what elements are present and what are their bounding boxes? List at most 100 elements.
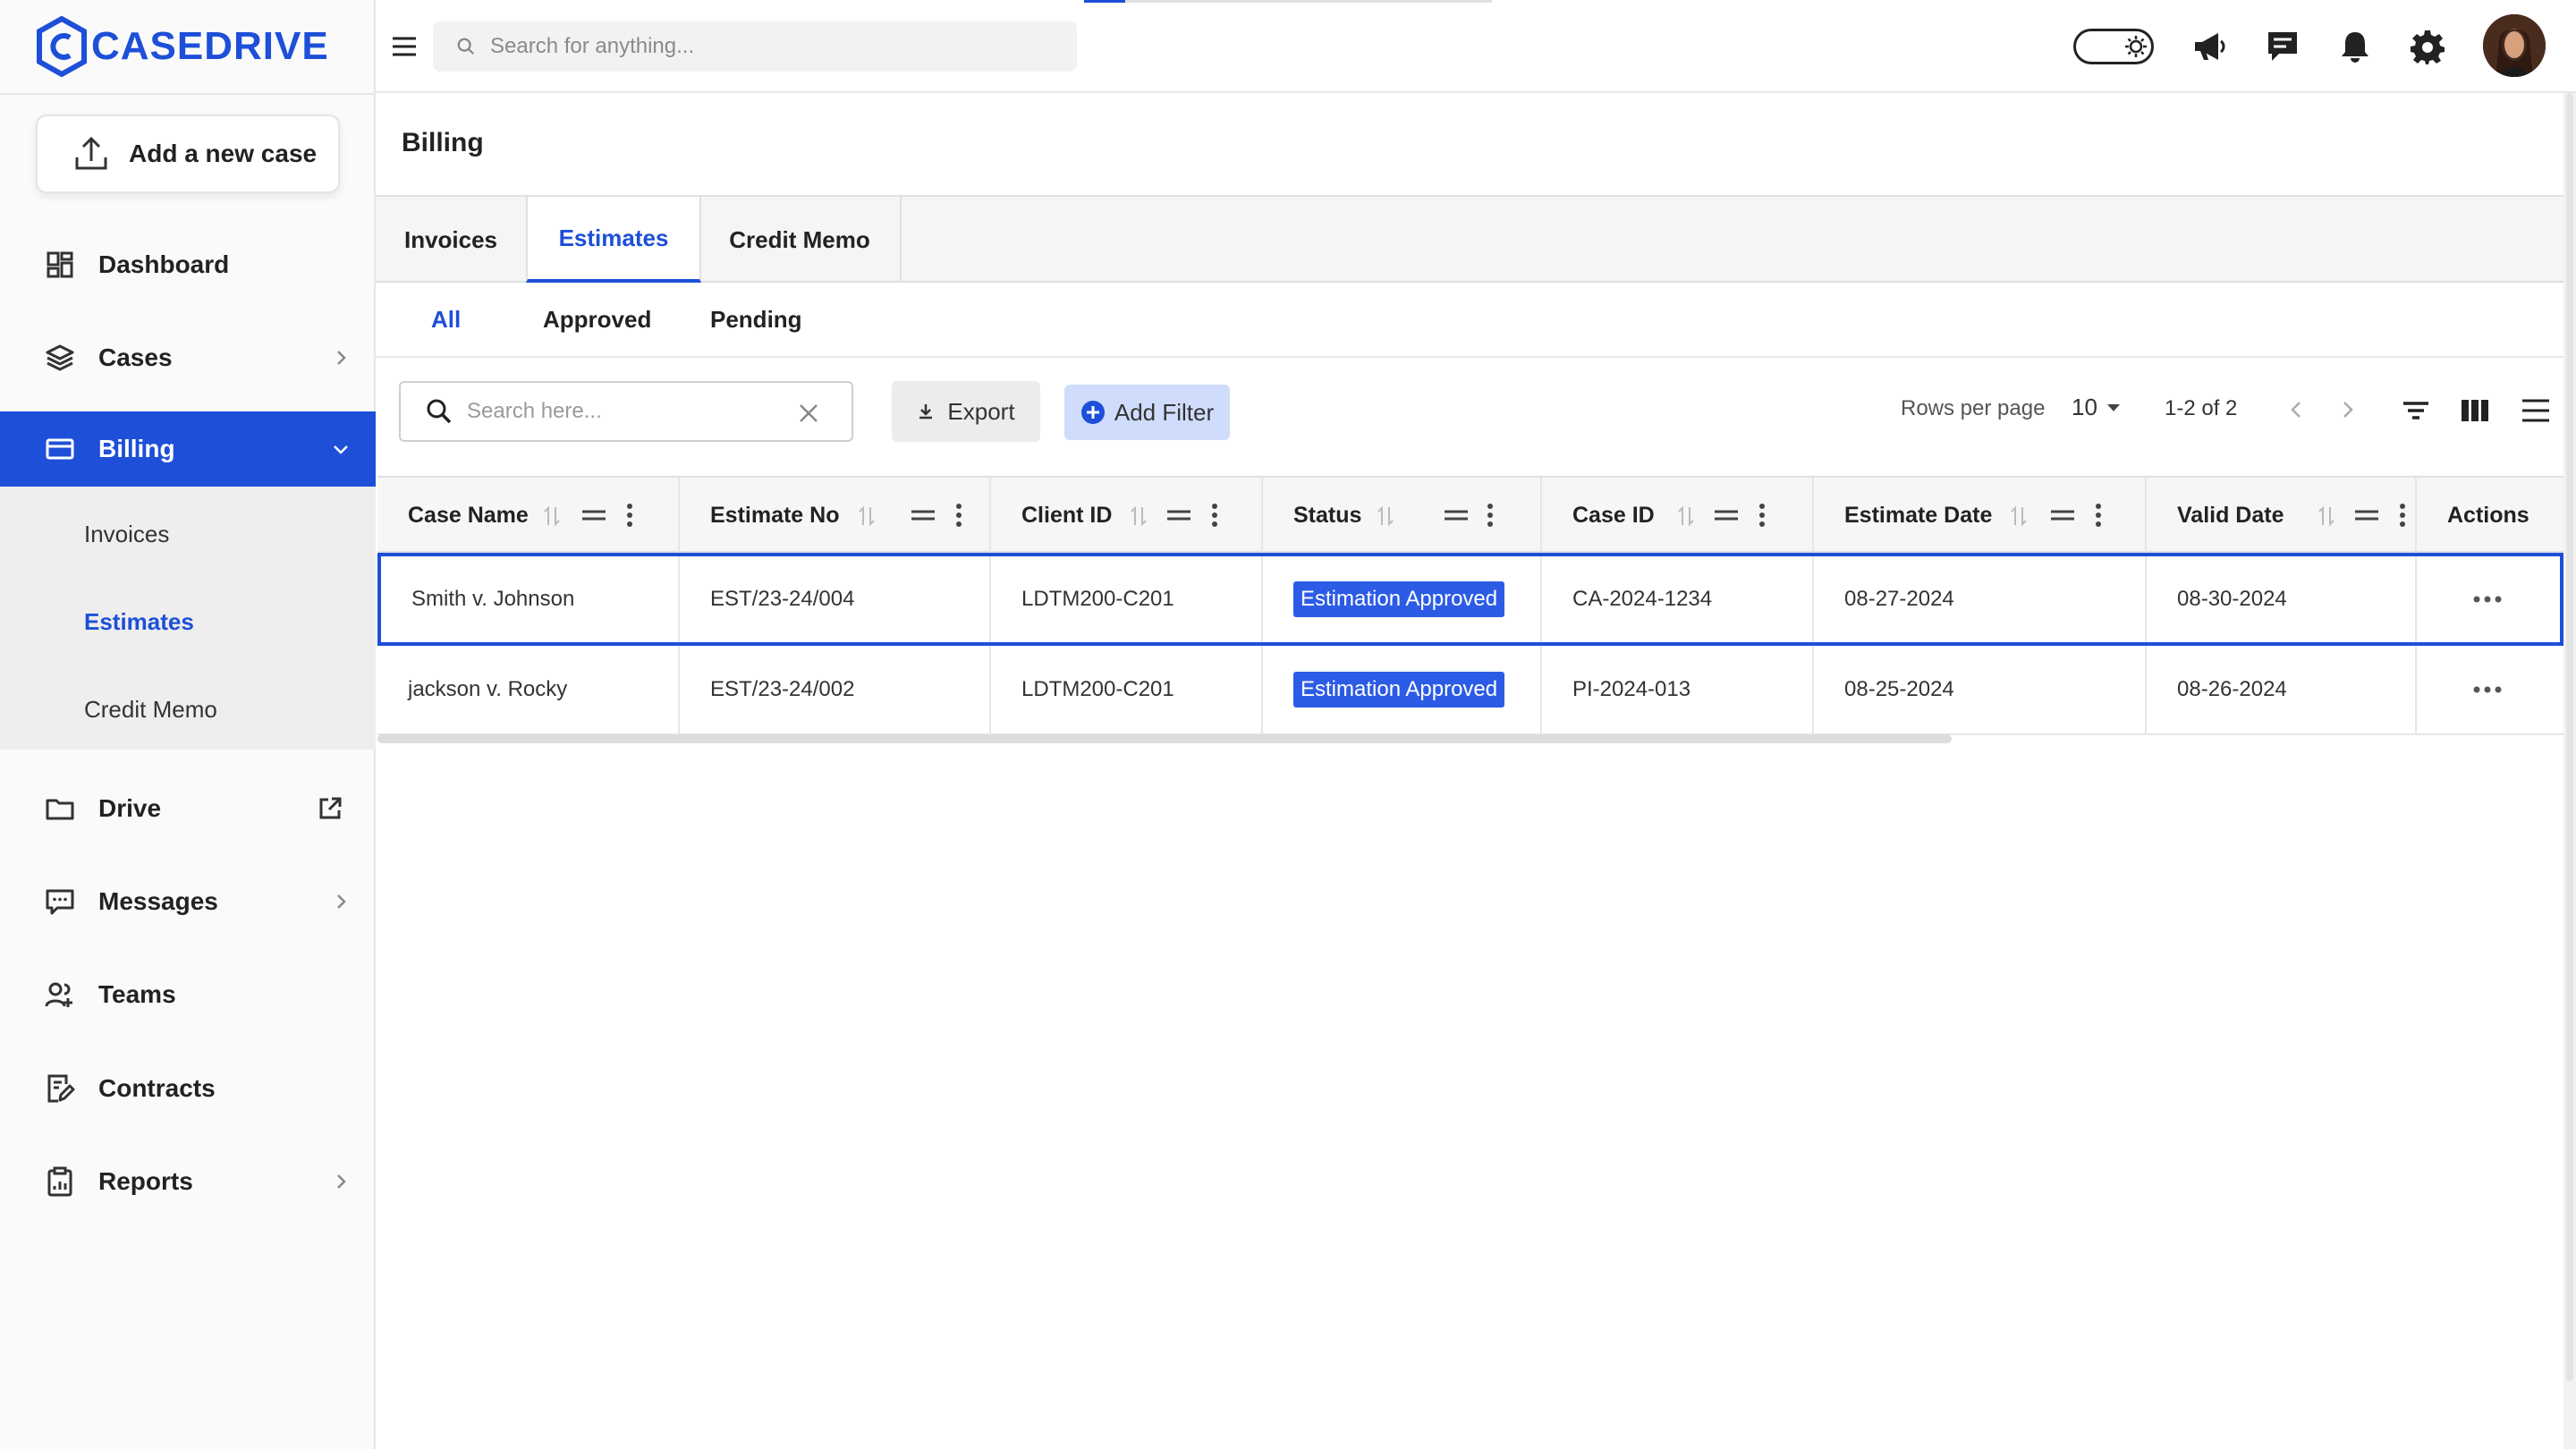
chevron-right-icon xyxy=(337,351,346,365)
sort-icon[interactable] xyxy=(542,505,562,527)
drag-handle-icon[interactable] xyxy=(581,508,606,522)
scrollbar-thumb[interactable] xyxy=(2566,93,2573,1381)
avatar-image xyxy=(2483,14,2546,77)
rows-per-page-select[interactable]: 10 xyxy=(2072,394,2121,421)
drag-handle-icon[interactable] xyxy=(1444,508,1469,522)
table-row[interactable]: jackson v. Rocky EST/23-24/002 LDTM200-C… xyxy=(377,646,2563,735)
sidebar-item-cases[interactable]: Cases xyxy=(0,320,376,395)
sidebar-item-dashboard[interactable]: Dashboard xyxy=(0,227,376,302)
drag-handle-icon[interactable] xyxy=(1714,508,1739,522)
sidebar-item-label: Reports xyxy=(98,1167,193,1195)
estimate-no-text: EST/23-24/002 xyxy=(710,677,855,701)
subtab-all[interactable]: All xyxy=(431,306,461,334)
casedrive-logo[interactable]: CASEDRIVE xyxy=(36,14,329,79)
sort-icon[interactable] xyxy=(1676,505,1696,527)
column-header-client-id[interactable]: Client ID xyxy=(991,478,1263,553)
sidebar-item-teams[interactable]: Teams xyxy=(0,957,376,1032)
cell-valid-date: 08-30-2024 xyxy=(2147,556,2417,642)
sidebar-subitem-estimates[interactable]: Estimates xyxy=(84,608,194,636)
column-header-estimate-date[interactable]: Estimate Date xyxy=(1814,478,2147,553)
column-menu-icon[interactable] xyxy=(955,503,962,528)
previous-page-icon[interactable] xyxy=(2286,399,2308,420)
table-search[interactable] xyxy=(399,381,853,442)
column-menu-icon[interactable] xyxy=(626,503,633,528)
column-header-case-name[interactable]: Case Name xyxy=(377,478,680,553)
upload-icon xyxy=(75,136,107,170)
column-menu-icon[interactable] xyxy=(1758,503,1766,528)
horizontal-scrollbar[interactable] xyxy=(377,734,1952,743)
sidebar-subitem-credit-memo[interactable]: Credit Memo xyxy=(84,696,217,724)
columns-icon[interactable] xyxy=(2460,395,2490,426)
tab-invoices[interactable]: Invoices xyxy=(376,197,528,283)
page-title: Billing xyxy=(402,128,484,157)
case-id-text: CA-2024-1234 xyxy=(1572,587,1713,611)
message-icon xyxy=(46,889,74,915)
logo-hexagon-icon xyxy=(37,16,87,77)
sidebar-item-billing[interactable]: Billing xyxy=(0,411,376,487)
theme-toggle[interactable] xyxy=(2073,29,2154,64)
drag-handle-icon[interactable] xyxy=(2354,508,2379,522)
more-horizontal-icon[interactable] xyxy=(2472,685,2503,694)
filter-icon[interactable] xyxy=(2401,395,2431,426)
chat-icon[interactable] xyxy=(2265,29,2301,64)
cell-case-name: jackson v. Rocky xyxy=(377,646,680,733)
more-horizontal-icon[interactable] xyxy=(2472,595,2503,604)
table-search-input[interactable] xyxy=(467,399,789,424)
bell-icon[interactable] xyxy=(2337,29,2373,64)
density-icon[interactable] xyxy=(2521,395,2551,426)
sidebar-item-label: Billing xyxy=(98,435,175,462)
contract-icon xyxy=(47,1074,75,1103)
subtab-approved[interactable]: Approved xyxy=(543,306,651,334)
sidebar-item-messages[interactable]: Messages xyxy=(0,864,376,939)
sort-icon[interactable] xyxy=(1376,505,1395,527)
estimate-date-text: 08-27-2024 xyxy=(1844,587,1954,611)
drag-handle-icon[interactable] xyxy=(911,508,936,522)
column-menu-icon[interactable] xyxy=(1211,503,1218,528)
clear-icon[interactable] xyxy=(798,402,819,424)
table-row[interactable]: Smith v. Johnson EST/23-24/004 LDTM200-C… xyxy=(377,553,2563,646)
column-header-estimate-no[interactable]: Estimate No xyxy=(680,478,991,553)
sidebar-item-drive[interactable]: Drive xyxy=(0,771,376,846)
page-range: 1-2 of 2 xyxy=(2165,396,2238,420)
add-new-case-button[interactable]: Add a new case xyxy=(36,114,340,193)
global-search[interactable] xyxy=(433,21,1077,72)
gear-icon[interactable] xyxy=(2410,29,2445,64)
divider xyxy=(0,93,376,95)
add-filter-button[interactable]: Add Filter xyxy=(1064,385,1230,440)
tab-credit-memo[interactable]: Credit Memo xyxy=(699,197,902,283)
subtab-pending[interactable]: Pending xyxy=(710,306,802,334)
sort-icon[interactable] xyxy=(2317,505,2336,527)
column-header-status[interactable]: Status xyxy=(1263,478,1542,553)
credit-card-icon xyxy=(46,438,74,460)
next-page-icon[interactable] xyxy=(2336,399,2358,420)
drag-handle-icon[interactable] xyxy=(1166,508,1191,522)
sort-icon[interactable] xyxy=(857,505,877,527)
sidebar-item-label: Drive xyxy=(98,794,162,822)
sort-icon[interactable] xyxy=(1129,505,1148,527)
sort-icon[interactable] xyxy=(2009,505,2029,527)
sidebar-item-contracts[interactable]: Contracts xyxy=(0,1051,376,1126)
sidebar-item-label: Teams xyxy=(98,980,176,1008)
hamburger-menu-icon[interactable] xyxy=(388,30,420,63)
external-link-icon[interactable] xyxy=(317,795,343,822)
sidebar-item-reports[interactable]: Reports xyxy=(0,1144,376,1219)
export-label: Export xyxy=(947,397,1015,425)
column-menu-icon[interactable] xyxy=(1487,503,1494,528)
cell-estimate-date: 08-27-2024 xyxy=(1814,556,2147,642)
plus-circle-icon xyxy=(1080,401,1105,424)
export-button[interactable]: Export xyxy=(892,381,1040,442)
case-id-text: PI-2024-013 xyxy=(1572,677,1691,701)
megaphone-icon[interactable] xyxy=(2191,29,2227,64)
global-search-input[interactable] xyxy=(490,34,1027,59)
add-new-case-label: Add a new case xyxy=(129,140,318,167)
drag-handle-icon[interactable] xyxy=(2050,508,2075,522)
tab-estimates[interactable]: Estimates xyxy=(526,197,701,283)
sidebar-subitem-invoices[interactable]: Invoices xyxy=(84,521,169,548)
vertical-scrollbar[interactable] xyxy=(2563,93,2576,1449)
column-header-case-id[interactable]: Case ID xyxy=(1542,478,1814,553)
column-header-valid-date[interactable]: Valid Date xyxy=(2147,478,2417,553)
user-avatar[interactable] xyxy=(2483,14,2546,77)
column-menu-icon[interactable] xyxy=(2095,503,2102,528)
column-menu-icon[interactable] xyxy=(2399,503,2406,528)
column-header-label: Case ID xyxy=(1572,502,1655,528)
